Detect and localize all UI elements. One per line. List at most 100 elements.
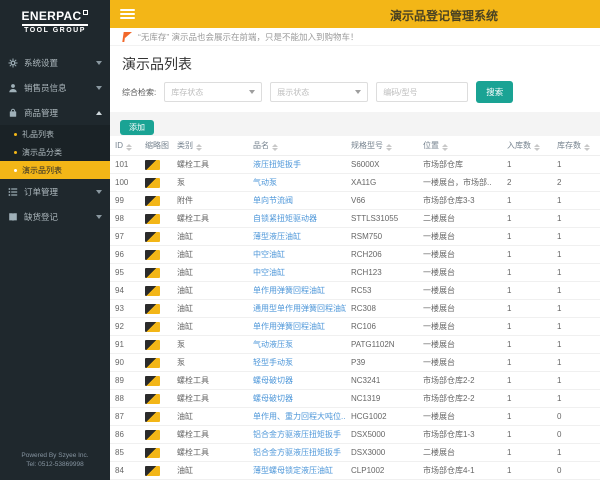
cell-in-count: 1 [502, 191, 552, 210]
cell-location: 一楼展台，市场部.. [418, 173, 502, 192]
product-name-link[interactable]: 螺母破切器 [253, 394, 293, 403]
product-name-link[interactable]: 螺母破切器 [253, 376, 293, 385]
product-thumbnail [145, 465, 160, 476]
cell-category: 螺栓工具 [172, 425, 248, 444]
product-name-link[interactable]: 自锁紧扭矩驱动器 [253, 214, 317, 223]
menu-toggle-button[interactable] [120, 7, 136, 21]
cell-category: 螺栓工具 [172, 371, 248, 390]
column-header[interactable]: 库存数 [552, 136, 600, 156]
product-name-link[interactable]: 单向节流阀 [253, 196, 293, 205]
column-header-label: 规格型号 [351, 141, 383, 150]
keyword-input[interactable] [376, 82, 469, 102]
cell-location: 一楼展台 [418, 281, 502, 300]
sort-icon[interactable] [126, 143, 132, 151]
cell-thumbnail [140, 443, 172, 462]
product-name-link[interactable]: 铝合金方驱液压扭矩扳手 [253, 430, 341, 439]
bullet-icon [14, 150, 17, 154]
sidebar-item-product-management[interactable]: 商品管理 [0, 100, 110, 125]
cell-name: 薄型液压油缸 [248, 227, 346, 246]
submenu-item-label: 演示品列表 [22, 165, 62, 175]
filter-row: 综合检索: 库存状态 展示状态 搜索 [122, 81, 588, 103]
column-header[interactable]: 品名 [248, 136, 346, 156]
search-button[interactable]: 搜索 [476, 81, 514, 103]
sort-icon[interactable] [584, 144, 590, 151]
product-name-link[interactable]: 薄型螺母锁定液压油缸 [253, 466, 333, 475]
product-name-link[interactable]: 气动泵 [253, 178, 277, 187]
cell-thumbnail [140, 173, 172, 192]
product-name-link[interactable]: 液压扭矩扳手 [253, 160, 301, 169]
chevron-down-icon [249, 90, 256, 94]
cell-name: 薄型螺母锁定液压油缸 [248, 461, 346, 480]
cell-in-count: 1 [502, 227, 552, 246]
cell-location: 一楼展台 [418, 227, 502, 246]
column-header-label: 缩略图 [145, 141, 169, 150]
select-placeholder: 展示状态 [277, 87, 310, 97]
cell-name: 单作用、重力回程大吨位... [248, 407, 346, 426]
product-name-link[interactable]: 单作用弹簧回程油缸 [253, 286, 325, 295]
sidebar-item-demo-category[interactable]: 演示品分类 [0, 143, 110, 161]
cell-location: 市场部仓库 [418, 155, 502, 174]
table-row: 85 螺栓工具 铝合金方驱液压扭矩扳手 DSX3000 二楼展台 1 1 [110, 443, 600, 462]
cell-category: 油缸 [172, 281, 248, 300]
sidebar-item-gift-list[interactable]: 礼品列表 [0, 125, 110, 143]
cell-model: S6000X [346, 155, 418, 174]
column-header[interactable]: 规格型号 [346, 136, 418, 156]
cell-in-count: 1 [502, 443, 552, 462]
sidebar-item-order-management[interactable]: 订单管理 [0, 179, 110, 204]
product-thumbnail [145, 249, 160, 260]
product-name-link[interactable]: 铝合金方驱液压扭矩扳手 [253, 448, 341, 457]
cell-thumbnail [140, 227, 172, 246]
sort-icon[interactable] [196, 144, 202, 151]
display-status-select[interactable]: 展示状态 [270, 82, 369, 102]
cell-category: 泵 [172, 353, 248, 372]
product-name-link[interactable]: 通用型单作用弹簧回程油缸 [253, 304, 346, 313]
cell-model: PATG1102N [346, 335, 418, 354]
table-row: 90 泵轻型手动泵 P39 一楼展台 1 1 [110, 353, 600, 372]
cell-location: 二楼展台 [418, 443, 502, 462]
product-name-link[interactable]: 中空油缸 [253, 250, 285, 259]
sort-icon[interactable] [272, 144, 278, 151]
product-name-link[interactable]: 单作用弹簧回程油缸 [253, 322, 325, 331]
cell-in-count: 1 [502, 281, 552, 300]
sidebar-item-stockout-registration[interactable]: 缺货登记 [0, 204, 110, 229]
column-header[interactable]: 入库数 [502, 136, 552, 156]
add-button[interactable]: 添加 [120, 120, 154, 135]
cell-model: HCG1002 [346, 407, 418, 426]
table-row: 95 油缸 中空油缸 RCH123 一楼展台 1 1 [110, 263, 600, 282]
sidebar-item-salesperson-info[interactable]: 销售员信息 [0, 75, 110, 100]
cell-name: 单作用弹簧回程油缸 [248, 281, 346, 300]
sort-icon[interactable] [442, 144, 448, 151]
product-thumbnail [145, 429, 160, 440]
product-thumbnail [145, 231, 160, 242]
column-header[interactable]: ID [110, 136, 140, 156]
cell-category: 油缸 [172, 227, 248, 246]
topbar: 演示品登记管理系统 [110, 0, 600, 28]
cell-id: 100 [110, 173, 140, 192]
sort-icon[interactable] [386, 144, 392, 151]
sidebar-item-demo-list[interactable]: 演示品列表 [0, 161, 110, 179]
column-header[interactable]: 类别 [172, 136, 248, 156]
demo-table-body: 101 螺栓工具 液压扭矩扳手 S6000X 市场部仓库 1 1 100 泵气动泵 XA11G 一楼… [110, 155, 600, 480]
cell-in-count: 1 [502, 209, 552, 228]
sort-icon[interactable] [534, 144, 540, 151]
product-name-link[interactable]: 中空油缸 [253, 268, 285, 277]
sidebar-item-label: 订单管理 [24, 186, 59, 197]
sidebar-item-system-settings[interactable]: 系统设置 [0, 50, 110, 75]
select-placeholder: 库存状态 [171, 87, 204, 97]
column-header[interactable]: 位置 [418, 136, 502, 156]
stock-status-select[interactable]: 库存状态 [164, 82, 263, 102]
product-name-link[interactable]: 轻型手动泵 [253, 358, 293, 367]
product-name-link[interactable]: 薄型液压油缸 [253, 232, 301, 241]
product-thumbnail [145, 195, 160, 206]
cell-in-count: 1 [502, 155, 552, 174]
filter-label: 综合检索: [122, 87, 157, 97]
product-name-link[interactable]: 单作用、重力回程大吨位... [253, 412, 346, 421]
product-thumbnail [145, 159, 160, 170]
cell-in-count: 2 [502, 173, 552, 192]
cell-location: 市场部仓库2-2 [418, 371, 502, 390]
cell-stock-count: 1 [552, 227, 600, 246]
cell-model: RC106 [346, 317, 418, 336]
cell-thumbnail [140, 317, 172, 336]
product-name-link[interactable]: 气动液压泵 [253, 340, 293, 349]
table-row: 89 螺栓工具 螺母破切器 NC3241 市场部仓库2-2 1 1 [110, 371, 600, 390]
